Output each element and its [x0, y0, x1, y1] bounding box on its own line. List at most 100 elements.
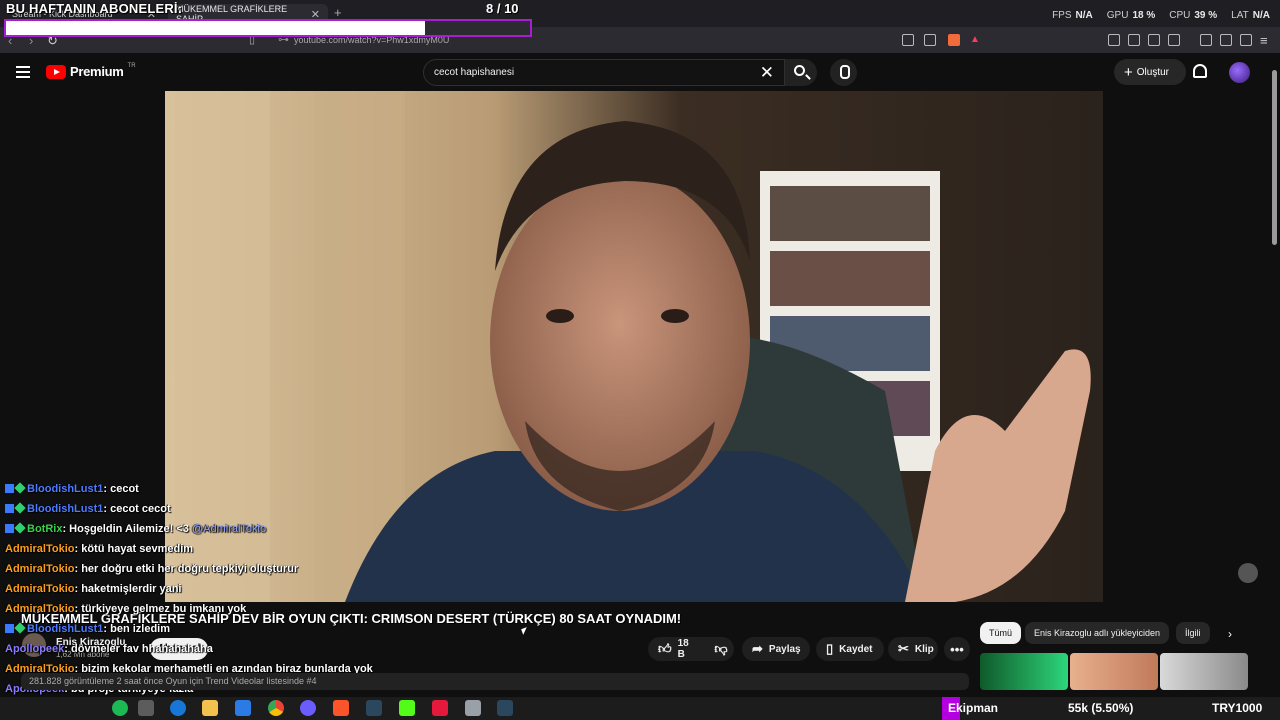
chat-mention[interactable]: @AdmiralTokio [192, 523, 266, 535]
subs-goal-remaining [425, 21, 530, 35]
dislike-button[interactable]: 👎︎ [708, 637, 734, 661]
chat-text: : haketmişlerdir yani [74, 583, 182, 595]
screen: Stream - Kick Dashboard ✕ MÜKEMMEL GRAFİ… [0, 0, 1280, 720]
create-button[interactable]: + Oluştur [1114, 59, 1186, 85]
brave-icon[interactable] [333, 700, 349, 716]
music-icon[interactable] [1200, 34, 1212, 46]
chat-text: : Hoşgeldin Ailemize! <3 [62, 523, 192, 535]
menu-icon[interactable] [16, 66, 30, 81]
chat-message: AdmiralTokio: kötü hayat sevmedim [5, 543, 193, 555]
app-icon[interactable] [138, 700, 154, 716]
miniplayer-avatar[interactable] [1238, 563, 1258, 583]
chat-badge-icon [5, 624, 14, 633]
fps-stat: FPS N/A [1052, 10, 1093, 21]
save-button[interactable]: ▯ Kaydet [816, 637, 884, 661]
steam-icon[interactable] [497, 700, 513, 716]
chat-text: : cecot cecot [103, 503, 171, 515]
download-icon[interactable] [1148, 34, 1160, 46]
share-icon[interactable] [924, 34, 936, 46]
like-button[interactable]: 👍︎ 18 B [648, 637, 708, 661]
chat-badge-icon [14, 522, 26, 534]
related-thumbnail[interactable] [980, 653, 1068, 690]
screen-icon[interactable] [902, 34, 914, 46]
subs-goal-bar [4, 19, 532, 37]
chat-username[interactable]: AdmiralTokio [5, 583, 74, 595]
share-button[interactable]: ➦ Paylaş [742, 637, 810, 661]
mouse-cursor [521, 627, 529, 635]
search-button[interactable] [785, 59, 817, 86]
chip-from-uploader[interactable]: Enis Kirazoglu adlı yükleyiciden [1025, 622, 1170, 644]
subs-goal-fill [6, 21, 426, 35]
spotify-icon[interactable] [112, 700, 128, 716]
new-tab-icon[interactable]: + [334, 5, 342, 20]
chat-message: AdmiralTokio: haketmişlerdir yani [5, 583, 181, 595]
clip-button[interactable]: ✂ Klip [888, 637, 938, 661]
thumbs-up-icon: 👍︎ [658, 641, 672, 656]
discord-icon[interactable] [300, 700, 316, 716]
chat-message: Apollopeek: dövmeler fav hhahahahaha [5, 643, 213, 655]
share-icon: ➦ [752, 641, 763, 656]
chat-username[interactable]: BloodishLust1 [27, 483, 103, 495]
scissors-icon: ✂ [898, 641, 909, 656]
search-icon [794, 65, 805, 76]
chrome-icon[interactable] [268, 700, 284, 716]
bookmark-icon: ▯ [826, 641, 834, 656]
voice-search-button[interactable] [830, 59, 857, 86]
cpu-stat: CPU 39 % [1169, 10, 1218, 21]
brave-shield-icon[interactable] [948, 34, 960, 46]
steam-icon[interactable] [366, 700, 382, 716]
edge-icon[interactable] [170, 700, 186, 716]
chat-badge-icon [5, 524, 14, 533]
chat-username[interactable]: AdmiralTokio [5, 563, 74, 575]
folder-icon[interactable] [202, 700, 218, 716]
media-icon[interactable] [1128, 34, 1140, 46]
video-description[interactable]: 281.828 görüntüleme 2 saat önce Oyun içi… [21, 673, 969, 690]
thumbs-down-icon: 👎︎ [714, 641, 728, 656]
account-avatar[interactable] [1229, 62, 1250, 83]
chat-message: BloodishLust1: cecot cecot [5, 502, 171, 515]
chat-username[interactable]: BloodishLust1 [27, 503, 103, 515]
rewards-icon[interactable]: ▲ [970, 34, 982, 46]
link-icon[interactable] [1168, 34, 1180, 46]
chat-badge-icon [5, 484, 14, 493]
chat-badge-icon [14, 482, 26, 494]
chat-message: BloodishLust1: cecot [5, 482, 139, 495]
game-launcher-icon[interactable] [432, 700, 448, 716]
extension-icon[interactable] [1108, 34, 1120, 46]
app-icon[interactable] [465, 700, 481, 716]
chat-username[interactable]: BotRix [27, 523, 62, 535]
kick-icon[interactable] [399, 700, 415, 716]
chat-username[interactable]: BloodishLust1 [27, 623, 103, 635]
related-thumbnail[interactable] [1160, 653, 1248, 690]
youtube-header: Premium TR cecot hapishanesi ✕ + Oluştur [0, 53, 1280, 91]
sidebar-icon[interactable] [1220, 34, 1232, 46]
vpn-icon[interactable] [1240, 34, 1252, 46]
notifications-icon[interactable] [1193, 64, 1207, 78]
mail-icon[interactable] [235, 700, 251, 716]
chat-text: : her doğru etki her doğru tepkiyi oluşt… [74, 563, 299, 575]
page-scrollbar[interactable] [1272, 70, 1277, 245]
system-stats: FPS N/A GPU 18 % CPU 39 % LAT N/A [1052, 10, 1270, 21]
gpu-stat: GPU 18 % [1106, 10, 1156, 21]
chip-all[interactable]: Tümü [980, 622, 1022, 644]
more-actions-button[interactable]: ••• [944, 637, 970, 661]
clear-search-icon[interactable]: ✕ [760, 63, 774, 83]
lat-stat: LAT N/A [1231, 10, 1270, 21]
chat-username[interactable]: AdmiralTokio [5, 603, 74, 615]
chat-text: : kötü hayat sevmedim [74, 543, 194, 555]
menu-icon[interactable]: ≡ [1260, 33, 1268, 48]
chevron-right-icon[interactable]: › [1228, 627, 1232, 641]
related-thumbnail[interactable] [1070, 653, 1158, 690]
chat-username[interactable]: Apollopeek [5, 643, 64, 655]
chat-message: AdmiralTokio: türkiyeye gelmez bu imkanı… [5, 603, 246, 615]
search-input[interactable]: cecot hapishanesi ✕ [423, 59, 785, 86]
plus-icon: + [1124, 63, 1133, 81]
chat-badge-icon [5, 504, 14, 513]
subs-goal-title: BU HAFTANIN ABONELERİ: [6, 1, 183, 16]
chat-username[interactable]: AdmiralTokio [5, 543, 74, 555]
chat-text: : türkiyeye gelmez bu imkanı yok [74, 603, 247, 615]
chat-badge-icon [14, 622, 26, 634]
youtube-logo[interactable]: Premium TR [46, 63, 136, 79]
chat-message: BotRix: Hoşgeldin Ailemize! <3 @AdmiralT… [5, 522, 266, 535]
chip-related[interactable]: İlgili [1176, 622, 1210, 644]
